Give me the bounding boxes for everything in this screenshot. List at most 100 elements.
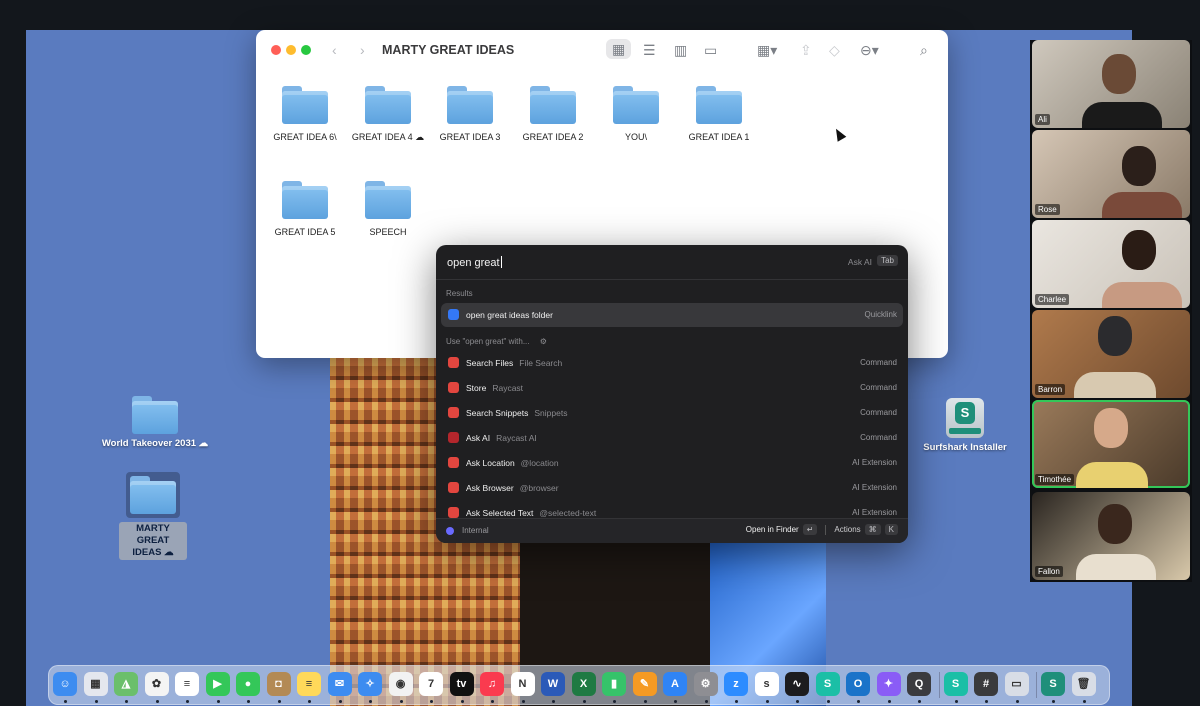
running-indicator xyxy=(613,700,616,703)
return-key-hint: ↵ xyxy=(802,524,818,535)
appstore-icon[interactable]: A xyxy=(663,672,687,696)
music-icon[interactable]: ♫ xyxy=(480,672,504,696)
surfshark-icon-2[interactable]: S xyxy=(943,672,968,696)
participant-name: Barron xyxy=(1035,384,1066,395)
notes-icon[interactable]: ≡ xyxy=(297,672,321,696)
desktop-icon-label: MARTY GREAT IDEAS ☁ xyxy=(119,522,187,560)
participant-tile-active[interactable]: Timothée xyxy=(1032,400,1190,488)
launchpad-icon[interactable]: ▦ xyxy=(83,672,108,696)
command-kind: Command xyxy=(860,383,897,392)
chrome-icon[interactable]: ◉ xyxy=(388,672,413,696)
photos-icon[interactable]: ✿ xyxy=(144,672,169,696)
maps-icon[interactable]: ◮ xyxy=(114,672,138,696)
surfshark-installer-icon[interactable]: S xyxy=(1041,672,1065,696)
folder-item[interactable]: GREAT IDEA 4 ☁ xyxy=(343,86,433,143)
desktop-icon-marty-great-ideas[interactable]: MARTY GREAT IDEAS ☁ xyxy=(98,472,208,560)
command-title: Store xyxy=(466,383,487,393)
ai-icon xyxy=(448,432,459,443)
folder-item[interactable]: GREAT IDEA 3 xyxy=(425,86,515,142)
copilot-icon[interactable]: ✦ xyxy=(876,672,901,696)
word-icon[interactable]: W xyxy=(541,672,565,696)
trash-icon-glyph: 🗑 xyxy=(1076,678,1091,690)
running-indicator xyxy=(460,700,464,703)
excel-icon[interactable]: X xyxy=(571,672,596,696)
ask-ai-hint[interactable]: Ask AI xyxy=(848,257,872,267)
folder-item[interactable]: GREAT IDEA 5 xyxy=(260,181,350,237)
more-icon[interactable]: ⊖▾ xyxy=(860,42,879,58)
surfshark-icon[interactable]: S xyxy=(815,672,840,696)
mail-icon[interactable]: ✉ xyxy=(327,672,352,696)
command-row[interactable]: Ask Location @location AI Extension xyxy=(441,451,903,475)
command-row[interactable]: Store Raycast Command xyxy=(441,376,903,400)
participant-tile[interactable]: Fallon xyxy=(1032,492,1190,580)
running-indicator xyxy=(1015,700,1019,703)
command-title: Ask Browser xyxy=(466,483,514,493)
column-view-icon[interactable]: ▥ xyxy=(674,42,687,58)
reminders-icon[interactable]: ≡ xyxy=(175,672,199,696)
pages-icon[interactable]: ✎ xyxy=(632,672,657,696)
stocks-icon[interactable]: ∿ xyxy=(785,672,809,696)
participant-video xyxy=(1098,316,1132,356)
numbers-icon[interactable]: ▮ xyxy=(602,672,626,696)
appstore-icon-glyph: A xyxy=(671,678,679,690)
command-row[interactable]: Search Files File Search Command xyxy=(441,351,903,375)
zoom-button[interactable] xyxy=(301,45,311,55)
command-row[interactable]: Search Snippets Snippets Command xyxy=(441,401,903,425)
sky-icon-glyph: s xyxy=(763,678,770,690)
settings-icon[interactable]: ⚙ xyxy=(693,672,718,696)
share-icon[interactable]: ⇪ xyxy=(800,42,812,58)
finder-toolbar: ‹ › MARTY GREAT IDEAS ▦ ☰ ▥ ▭ ▦▾ ⇪ ◇ ⊖▾ … xyxy=(256,30,948,70)
safari-icon-glyph: ✧ xyxy=(365,678,375,690)
folder-item[interactable]: GREAT IDEA 6\ xyxy=(260,86,350,142)
quicktime-icon[interactable]: Q xyxy=(907,672,931,696)
participant-name: Charlee xyxy=(1035,294,1070,305)
icon-view-icon[interactable]: ▦ xyxy=(606,39,632,59)
gallery-view-icon[interactable]: ▭ xyxy=(704,42,717,58)
open-in-finder-action[interactable]: Open in Finder xyxy=(746,525,799,534)
back-icon[interactable]: ‹ xyxy=(332,42,337,58)
result-row[interactable]: open great ideas folder Quicklink xyxy=(441,303,903,327)
messages-icon-glyph: ● xyxy=(244,678,252,690)
folder-item[interactable]: SPEECH xyxy=(343,181,433,237)
calculator-icon[interactable]: # xyxy=(974,672,998,696)
command-row[interactable]: Ask Browser @browser AI Extension xyxy=(441,476,903,500)
safari-icon[interactable]: ✧ xyxy=(358,672,382,696)
close-button[interactable] xyxy=(271,45,281,55)
calendar-icon[interactable]: 7 xyxy=(419,672,443,696)
search-icon[interactable]: ⌕ xyxy=(920,42,928,58)
zoom-icon[interactable]: z xyxy=(724,672,748,696)
sky-icon[interactable]: s xyxy=(754,672,779,696)
appletv-icon[interactable]: tv xyxy=(449,672,474,696)
forward-icon[interactable]: › xyxy=(360,42,365,58)
running-indicator xyxy=(94,700,98,703)
folder-item[interactable]: YOU\ xyxy=(591,86,681,142)
actions-button[interactable]: Actions xyxy=(834,525,860,534)
group-icon[interactable]: ▦▾ xyxy=(757,42,777,58)
minimize-button[interactable] xyxy=(286,45,296,55)
printer-icon[interactable]: ▭ xyxy=(1004,672,1029,696)
trash-icon[interactable]: 🗑 xyxy=(1071,672,1096,696)
participant-tile[interactable]: Charlee xyxy=(1032,220,1190,308)
folder-item[interactable]: GREAT IDEA 2 xyxy=(508,86,598,142)
outlook-icon[interactable]: O xyxy=(846,672,870,696)
desktop-icon-surfshark-installer[interactable]: S Surfshark Installer xyxy=(910,398,1020,454)
messages-icon[interactable]: ● xyxy=(236,672,260,696)
list-view-icon[interactable]: ☰ xyxy=(643,42,656,58)
finder-icon xyxy=(448,309,459,320)
video-call-panel: Ali Rose Charlee Barron Timothée Fallon xyxy=(1030,40,1192,582)
tag-icon[interactable]: ◇ xyxy=(829,42,840,58)
command-row[interactable]: Ask AI Raycast AI Command xyxy=(441,426,903,450)
facetime-icon[interactable]: ▶ xyxy=(205,672,230,696)
folder-item[interactable]: GREAT IDEA 1 xyxy=(674,86,764,142)
desktop-icon-world-takeover[interactable]: World Takeover 2031 ☁ xyxy=(100,396,210,450)
contacts-icon[interactable]: ◘ xyxy=(266,672,291,696)
finder-icon[interactable]: ☺ xyxy=(53,672,77,696)
news-icon[interactable]: N xyxy=(510,672,535,696)
raycast-search-bar[interactable]: open great Ask AI Tab xyxy=(436,245,908,280)
participant-tile[interactable]: Ali xyxy=(1032,40,1190,128)
results-section-header: Results xyxy=(446,289,473,298)
participant-tile[interactable]: Rose xyxy=(1032,130,1190,218)
search-input[interactable]: open great xyxy=(447,256,502,269)
notes-icon-glyph: ≡ xyxy=(305,678,313,690)
participant-tile[interactable]: Barron xyxy=(1032,310,1190,398)
